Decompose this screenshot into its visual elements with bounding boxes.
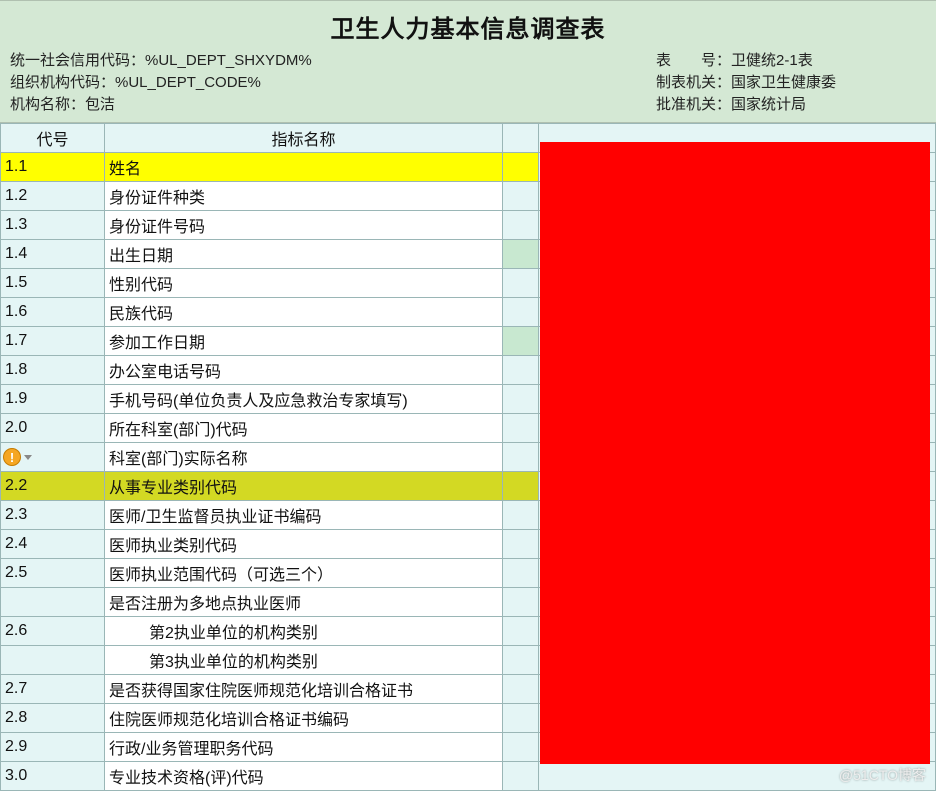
form-title: 卫生人力基本信息调查表 (10, 9, 926, 44)
meta-l1-label: 统一社会信用代码： (10, 52, 145, 69)
cell-gap (503, 733, 539, 762)
cell-gap (503, 762, 539, 791)
cell-gap (503, 414, 539, 443)
cell-gap (503, 182, 539, 211)
col-code-header: 代号 (1, 124, 105, 153)
cell-name[interactable]: 医师执业范围代码（可选三个） (105, 559, 503, 588)
cell-code[interactable]: 1.3 (1, 211, 105, 240)
warning-icon[interactable]: ! (3, 447, 35, 467)
cell-code[interactable]: 1.4 (1, 240, 105, 269)
cell-name[interactable]: 行政/业务管理职务代码 (105, 733, 503, 762)
cell-name[interactable]: 第3执业单位的机构类别 (105, 646, 503, 675)
meta-left: 统一社会信用代码：%UL_DEPT_SHXYDM% 组织机构代码：%UL_DEP… (10, 50, 656, 116)
cell-name[interactable]: 是否获得国家住院医师规范化培训合格证书 (105, 675, 503, 704)
meta-r1-value: 卫健统2-1表 (731, 52, 813, 69)
cell-gap (503, 240, 539, 269)
meta-l3-label: 机构名称： (10, 96, 85, 113)
cell-name[interactable]: 住院医师规范化培训合格证书编码 (105, 704, 503, 733)
form-header: 卫生人力基本信息调查表 统一社会信用代码：%UL_DEPT_SHXYDM% 组织… (0, 0, 936, 123)
cell-gap (503, 211, 539, 240)
col-name-header: 指标名称 (105, 124, 503, 153)
cell-gap (503, 617, 539, 646)
cell-gap (503, 327, 539, 356)
cell-gap (503, 704, 539, 733)
cell-gap (503, 153, 539, 182)
col-gap-header (503, 124, 539, 153)
cell-gap (503, 269, 539, 298)
meta-r2-value: 国家卫生健康委 (731, 74, 836, 91)
cell-code[interactable]: 1.1 (1, 153, 105, 182)
cell-name[interactable]: 科室(部门)实际名称 (105, 443, 503, 472)
cell-code[interactable]: 1.7 (1, 327, 105, 356)
cell-gap (503, 530, 539, 559)
cell-name[interactable]: 手机号码(单位负责人及应急救治专家填写) (105, 385, 503, 414)
watermark-text: @51CTO博客 (839, 765, 926, 785)
meta-r1-label: 表 号： (656, 50, 731, 72)
cell-code[interactable]: 2.5 (1, 559, 105, 588)
cell-gap (503, 675, 539, 704)
cell-code[interactable] (1, 588, 105, 617)
cell-gap (503, 559, 539, 588)
redaction-overlay (540, 142, 930, 764)
cell-name[interactable]: 医师/卫生监督员执业证书编码 (105, 501, 503, 530)
cell-code[interactable]: 2.3 (1, 501, 105, 530)
cell-name[interactable]: 专业技术资格(评)代码 (105, 762, 503, 791)
cell-code[interactable]: 1.9 (1, 385, 105, 414)
meta-r3-label: 批准机关： (656, 94, 731, 116)
table-row: 3.0专业技术资格(评)代码 (1, 762, 936, 791)
cell-name[interactable]: 身份证件号码 (105, 211, 503, 240)
cell-gap (503, 385, 539, 414)
cell-name[interactable]: 第2执业单位的机构类别 (105, 617, 503, 646)
cell-gap (503, 588, 539, 617)
cell-code[interactable]: 1.5 (1, 269, 105, 298)
chevron-down-icon (24, 455, 32, 460)
cell-name[interactable]: 姓名 (105, 153, 503, 182)
cell-code[interactable]: 2.2 (1, 472, 105, 501)
cell-gap (503, 443, 539, 472)
cell-gap (503, 501, 539, 530)
cell-code[interactable]: 2.9 (1, 733, 105, 762)
cell-code[interactable] (1, 646, 105, 675)
cell-gap (503, 298, 539, 327)
meta-r3-value: 国家统计局 (731, 96, 806, 113)
cell-code[interactable]: 1.6 (1, 298, 105, 327)
cell-name[interactable]: 性别代码 (105, 269, 503, 298)
meta-l1-value: %UL_DEPT_SHXYDM% (145, 52, 312, 69)
meta-l3-value: 包洁 (85, 96, 115, 113)
cell-code[interactable]: 2.6 (1, 617, 105, 646)
cell-name[interactable]: 参加工作日期 (105, 327, 503, 356)
cell-gap (503, 356, 539, 385)
cell-name[interactable]: 办公室电话号码 (105, 356, 503, 385)
cell-name[interactable]: 从事专业类别代码 (105, 472, 503, 501)
cell-code[interactable]: 2.7 (1, 675, 105, 704)
cell-code[interactable]: 2.8 (1, 704, 105, 733)
meta-l2-value: %UL_DEPT_CODE% (115, 74, 261, 91)
cell-name[interactable]: 所在科室(部门)代码 (105, 414, 503, 443)
cell-name[interactable]: 医师执业类别代码 (105, 530, 503, 559)
cell-name[interactable]: 是否注册为多地点执业医师 (105, 588, 503, 617)
meta-l2-label: 组织机构代码： (10, 74, 115, 91)
cell-name[interactable]: 出生日期 (105, 240, 503, 269)
meta-r2-label: 制表机关： (656, 72, 731, 94)
cell-code[interactable]: 1.2 (1, 182, 105, 211)
cell-code[interactable]: 1.8 (1, 356, 105, 385)
meta-right: 表 号：卫健统2-1表 制表机关：国家卫生健康委 批准机关：国家统计局 (656, 50, 926, 116)
cell-code[interactable]: 2.0 (1, 414, 105, 443)
cell-name[interactable]: 民族代码 (105, 298, 503, 327)
cell-gap (503, 472, 539, 501)
cell-code[interactable]: 3.0 (1, 762, 105, 791)
cell-gap (503, 646, 539, 675)
cell-code[interactable]: 2.4 (1, 530, 105, 559)
exclamation-icon: ! (3, 448, 21, 466)
cell-name[interactable]: 身份证件种类 (105, 182, 503, 211)
